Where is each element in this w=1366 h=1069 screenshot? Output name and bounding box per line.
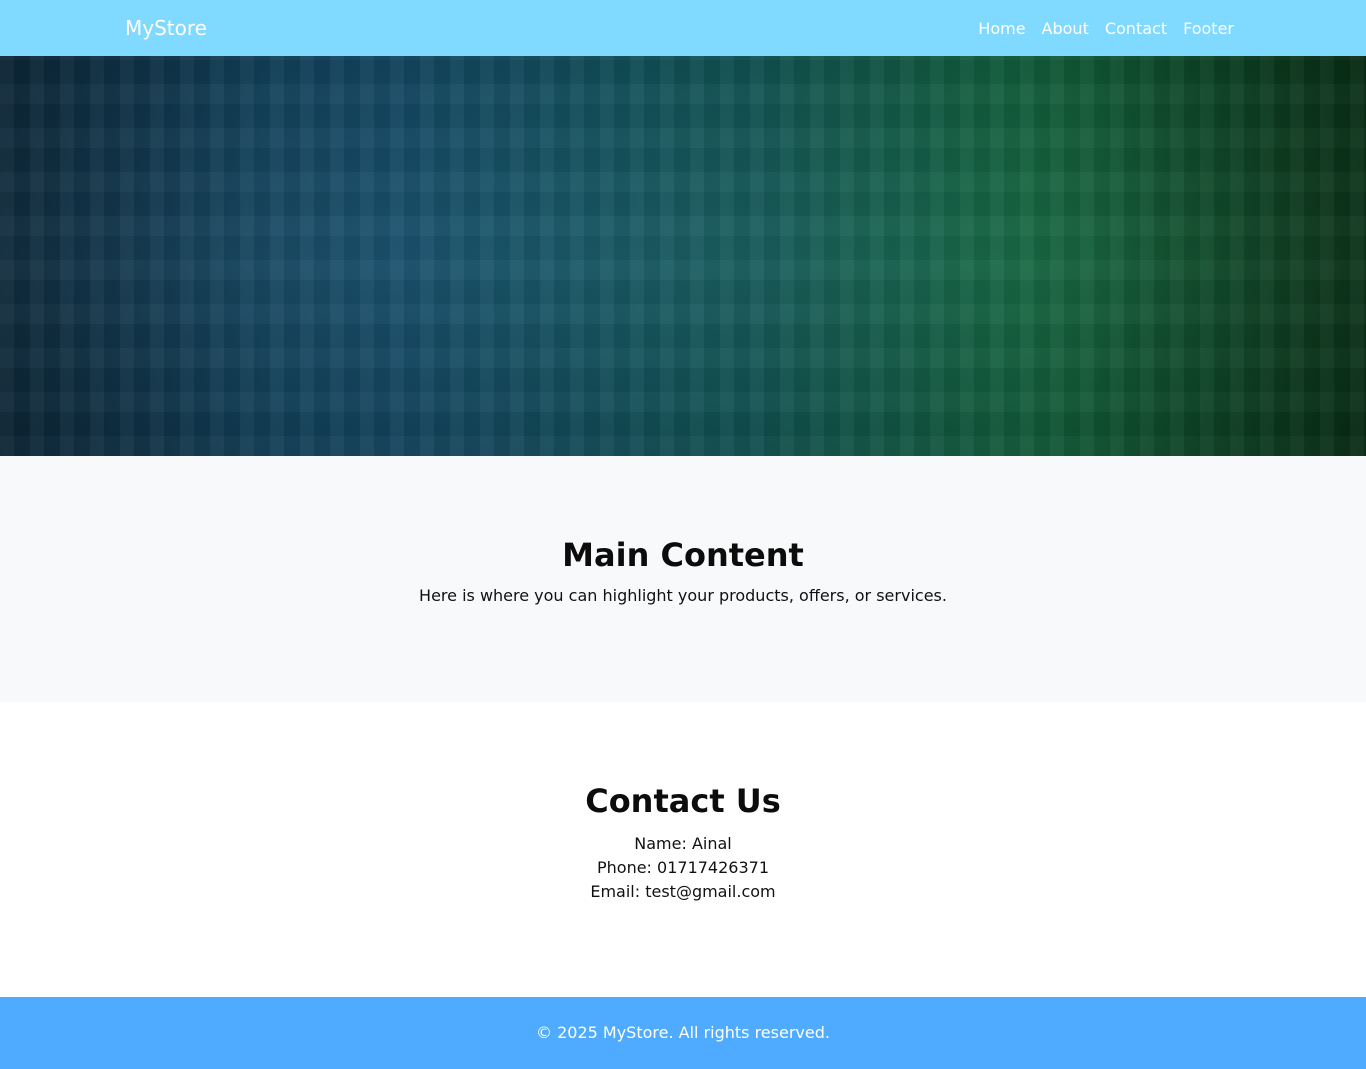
contact-title: Contact Us bbox=[585, 782, 781, 820]
hero-banner-image bbox=[0, 56, 1366, 456]
nav-link-home[interactable]: Home bbox=[978, 19, 1025, 38]
contact-name: Name: Ainal bbox=[634, 834, 732, 853]
contact-details: Name: Ainal Phone: 01717426371 Email: te… bbox=[0, 832, 1366, 904]
nav-links: Home About Contact Footer bbox=[978, 19, 1234, 38]
contact-section: Contact Us Name: Ainal Phone: 0171742637… bbox=[0, 702, 1366, 997]
footer: © 2025 MyStore. All rights reserved. bbox=[0, 997, 1366, 1069]
brand-logo-link[interactable]: MyStore bbox=[125, 16, 207, 40]
main-content-section: Main Content Here is where you can highl… bbox=[0, 456, 1366, 702]
footer-copyright: © 2025 MyStore. All rights reserved. bbox=[536, 1023, 830, 1042]
contact-email: Email: test@gmail.com bbox=[590, 882, 776, 901]
contact-phone: Phone: 01717426371 bbox=[596, 858, 769, 877]
hero-texture bbox=[0, 56, 1366, 456]
navbar: MyStore Home About Contact Footer bbox=[0, 0, 1366, 56]
nav-link-footer[interactable]: Footer bbox=[1183, 19, 1234, 38]
main-content-title: Main Content bbox=[562, 536, 804, 574]
main-content-text: Here is where you can highlight your pro… bbox=[419, 586, 947, 605]
nav-link-contact[interactable]: Contact bbox=[1105, 19, 1167, 38]
nav-link-about[interactable]: About bbox=[1042, 19, 1089, 38]
